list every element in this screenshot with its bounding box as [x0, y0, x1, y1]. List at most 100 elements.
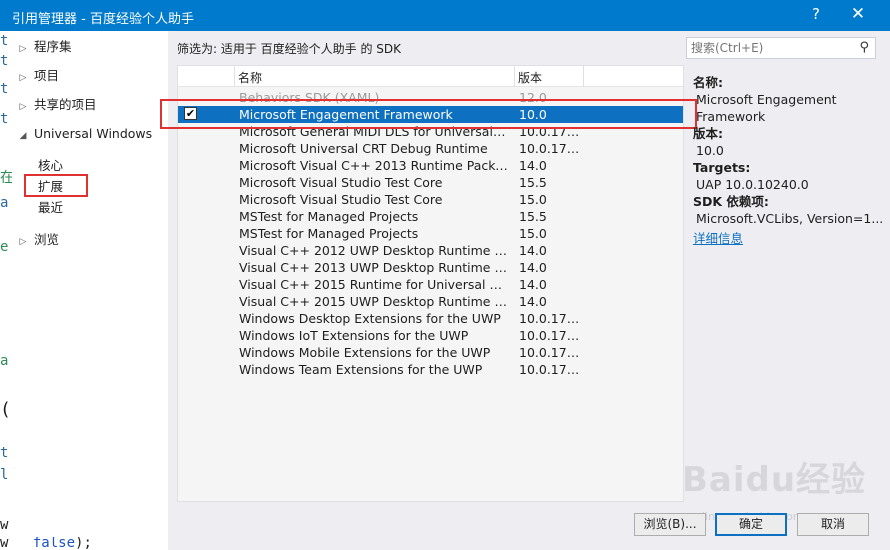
editor-gutter: t t t t 在 a e a ( t l w [0, 31, 12, 550]
tree-item-label: Universal Windows [33, 126, 153, 141]
list-row[interactable]: Windows Mobile Extensions for the UWP 10.… [178, 344, 683, 361]
detail-version-label: 版本: [693, 126, 723, 141]
expand-arrow-icon[interactable]: ▷ [16, 68, 30, 88]
row-version: 14.0 [519, 158, 547, 173]
close-button[interactable]: ✕ [848, 4, 868, 24]
list-row[interactable]: Windows Team Extensions for the UWP 10.0.… [178, 361, 683, 378]
tree-item-label: 浏览 [33, 232, 59, 247]
row-version: 10.0.171... [519, 328, 585, 343]
cancel-button[interactable]: 取消 [797, 513, 869, 536]
window-title: 引用管理器 - 百度经验个人助手 [12, 12, 194, 27]
gutter-char: t [0, 111, 9, 127]
expand-arrow-icon[interactable]: ▷ [16, 97, 30, 117]
row-name: Visual C++ 2012 UWP Desktop Runtime for.… [239, 243, 509, 258]
row-name: MSTest for Managed Projects [239, 226, 419, 241]
tree-item-projects[interactable]: ▷ 项目 [12, 66, 59, 86]
list-row[interactable]: Microsoft Visual C++ 2013 Runtime Packag… [178, 157, 683, 174]
list-row[interactable]: MSTest for Managed Projects 15.0 [178, 225, 683, 242]
list-row[interactable]: Visual C++ 2015 UWP Desktop Runtime for.… [178, 293, 683, 310]
collapse-arrow-icon[interactable]: ◢ [16, 126, 30, 146]
detail-name-value-cont: Framework [696, 109, 766, 124]
list-row[interactable]: Visual C++ 2012 UWP Desktop Runtime for.… [178, 242, 683, 259]
gutter-char: e [0, 239, 9, 255]
row-version: 14.0 [519, 277, 547, 292]
row-version: 15.5 [519, 175, 547, 190]
highlight-box-extensions [24, 174, 88, 197]
row-version: 10.0.171... [519, 311, 585, 326]
row-version: 14.0 [519, 260, 547, 275]
list-row[interactable]: Microsoft Visual Studio Test Core 15.5 [178, 174, 683, 191]
row-name: Visual C++ 2015 UWP Desktop Runtime for.… [239, 294, 509, 309]
category-tree: ▷ 程序集 ▷ 项目 ▷ 共享的项目 ◢ Universal Windows 核… [12, 31, 168, 550]
search-input[interactable] [691, 40, 851, 56]
row-version: 10.0.171... [519, 362, 585, 377]
list-row[interactable]: Visual C++ 2013 UWP Desktop Runtime for.… [178, 259, 683, 276]
title-bar: 引用管理器 - 百度经验个人助手 ? ✕ [0, 0, 890, 31]
browse-button[interactable]: 浏览(B)... [634, 513, 706, 536]
row-version: 15.5 [519, 209, 547, 224]
gutter-char: t [0, 81, 9, 97]
detail-version-value: 10.0 [696, 143, 724, 158]
highlight-box-selected-row [160, 99, 697, 129]
editor-code-line: w false); [0, 537, 130, 550]
row-name: Microsoft Visual Studio Test Core [239, 175, 443, 190]
column-header-version[interactable]: 版本 [518, 69, 542, 86]
row-name: MSTest for Managed Projects [239, 209, 419, 224]
list-row[interactable]: MSTest for Managed Projects 15.5 [178, 208, 683, 225]
list-row[interactable]: Microsoft Universal CRT Debug Runtime 10.… [178, 140, 683, 157]
row-name: Visual C++ 2015 Runtime for Universal Wi… [239, 277, 509, 292]
row-version: 10.0.171... [519, 141, 585, 156]
list-row[interactable]: Windows IoT Extensions for the UWP 10.0.1… [178, 327, 683, 344]
gutter-char: 在 [0, 170, 12, 186]
list-row[interactable]: Microsoft Visual Studio Test Core 15.0 [178, 191, 683, 208]
row-name: Windows Team Extensions for the UWP [239, 362, 483, 377]
tree-item-browse[interactable]: ▷ 浏览 [12, 230, 59, 250]
ok-button[interactable]: 确定 [715, 513, 787, 536]
search-box[interactable]: ⚲ [686, 37, 876, 59]
detail-name-label: 名称: [693, 75, 723, 90]
tree-item-label: 项目 [33, 68, 59, 83]
help-button[interactable]: ? [808, 5, 824, 23]
tree-item-assemblies[interactable]: ▷ 程序集 [12, 37, 72, 57]
detail-deps-value: Microsoft.VCLibs, Version=1... [696, 211, 883, 226]
code-tail: ); [75, 537, 92, 550]
expand-arrow-icon[interactable]: ▷ [16, 232, 30, 252]
row-name: Visual C++ 2013 UWP Desktop Runtime for.… [239, 260, 509, 275]
list-row[interactable]: Windows Desktop Extensions for the UWP 10… [178, 310, 683, 327]
column-header-name[interactable]: 名称 [238, 69, 262, 86]
row-version: 14.0 [519, 294, 547, 309]
row-version: 10.0.171... [519, 345, 585, 360]
search-icon[interactable]: ⚲ [859, 40, 869, 55]
sdk-list: 名称 版本 Behaviors SDK (XAML) 12.0 ✔ Microsoft… [177, 65, 684, 502]
detail-targets-label: Targets: [693, 160, 751, 175]
row-name: Windows IoT Extensions for the UWP [239, 328, 469, 343]
tree-item-label: 程序集 [33, 39, 72, 54]
row-name: Microsoft Visual Studio Test Core [239, 192, 443, 207]
filter-label: 筛选为: 适用于 百度经验个人助手 的 SDK [177, 42, 402, 56]
gutter-char: w [0, 517, 9, 533]
tree-item-core[interactable]: 核心 [38, 156, 63, 176]
gutter-char: l [0, 467, 9, 483]
code-text: w [0, 537, 9, 550]
detail-deps-label: SDK 依赖项: [693, 194, 769, 209]
details-pane: 名称: Microsoft Engagement Framework 版本: 1… [693, 74, 883, 247]
detail-name-value: Microsoft Engagement [696, 92, 837, 107]
row-name: Windows Desktop Extensions for the UWP [239, 311, 501, 326]
row-version: 15.0 [519, 226, 547, 241]
tree-item-recent[interactable]: 最近 [38, 198, 63, 218]
more-info-link[interactable]: 详细信息 [693, 230, 883, 247]
tree-item-shared-projects[interactable]: ▷ 共享的项目 [12, 95, 97, 115]
row-name: Microsoft Visual C++ 2013 Runtime Packag… [239, 158, 509, 173]
column-separator[interactable] [514, 66, 515, 87]
tree-item-universal-windows[interactable]: ◢ Universal Windows [12, 124, 153, 146]
gutter-char: t [0, 53, 9, 69]
gutter-char: a [0, 195, 9, 211]
gutter-char: a [0, 353, 9, 369]
column-separator[interactable] [234, 66, 235, 87]
gutter-char: t [0, 445, 9, 461]
row-version: 15.0 [519, 192, 547, 207]
column-separator[interactable] [583, 66, 584, 87]
list-row[interactable]: Visual C++ 2015 Runtime for Universal Wi… [178, 276, 683, 293]
list-header: 名称 版本 [178, 66, 683, 87]
expand-arrow-icon[interactable]: ▷ [16, 39, 30, 59]
